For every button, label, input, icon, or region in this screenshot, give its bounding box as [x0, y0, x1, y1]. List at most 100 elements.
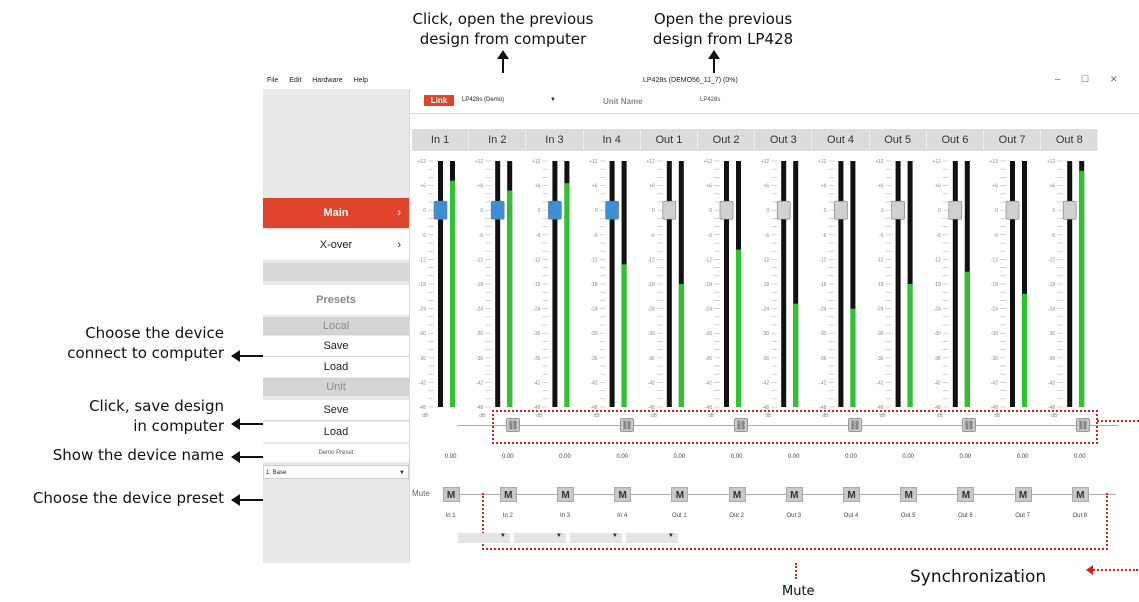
gain-value[interactable]: 0.00	[659, 454, 699, 460]
gain-value[interactable]: 0.00	[1003, 454, 1043, 460]
gain-value[interactable]: 0.00	[888, 454, 928, 460]
scale-tick-label: -18	[991, 282, 998, 288]
dropdown-3[interactable]: ▼	[570, 533, 622, 543]
fader-handle[interactable]	[490, 200, 505, 220]
channel-header-out-4[interactable]: Out 4	[812, 129, 870, 151]
scale-tick-label: -12	[590, 257, 597, 263]
scale-tick-label: 0	[652, 208, 655, 214]
arrow-choose-device	[231, 350, 264, 362]
gain-value[interactable]: 0.00	[602, 454, 642, 460]
mute-button[interactable]: M	[442, 487, 460, 502]
sidebar-main-label: Main	[323, 207, 349, 219]
close-button[interactable]: ✕	[1110, 74, 1118, 85]
unit-save-button[interactable]: Seve	[263, 400, 409, 421]
dropdown-2[interactable]: ▼	[514, 533, 566, 543]
scale-tick-label: -42	[705, 380, 712, 386]
link-device-button[interactable]: Link	[424, 95, 454, 106]
scale-tick-label: -48	[419, 405, 426, 411]
channel-header-out-8[interactable]: Out 8	[1041, 129, 1099, 151]
scale-tick-label: 0	[881, 208, 884, 214]
scale-tick-label: +6	[1049, 184, 1055, 190]
level-meter-fill	[964, 271, 970, 407]
channel-name-label: In 1	[445, 513, 456, 519]
scale-tick-label: -12	[762, 257, 769, 263]
scale-tick-label: -30	[419, 331, 426, 337]
fader-handle[interactable]	[719, 200, 734, 220]
device-select[interactable]: LP428s (Demo) ▼	[462, 95, 558, 106]
menu-file[interactable]: File	[267, 77, 278, 84]
channel-header-out-7[interactable]: Out 7	[984, 129, 1042, 151]
fader-handle[interactable]	[548, 200, 562, 220]
gain-value[interactable]: 0.00	[945, 454, 985, 460]
gain-value[interactable]: 0.00	[488, 454, 528, 460]
level-meter-fill	[507, 190, 513, 407]
scale-tick-label: -42	[533, 380, 540, 386]
fader-handle[interactable]	[1005, 200, 1020, 220]
local-load-button[interactable]: Load	[263, 357, 409, 377]
scale-tick-label: +12	[704, 159, 713, 165]
scale-tick-label: -42	[419, 380, 426, 386]
channel-header-out-2[interactable]: Out 2	[698, 129, 756, 151]
maximize-button[interactable]: ☐	[1081, 74, 1089, 85]
scale-tick-label: +6	[992, 184, 998, 190]
fader-handle[interactable]	[891, 200, 905, 220]
minimize-button[interactable]: –	[1055, 74, 1061, 85]
scale-tick-label: -18	[819, 282, 826, 288]
unit-load-button[interactable]: Load	[263, 422, 409, 442]
annotation-open-from-device: Open the previous design from LP428	[652, 10, 794, 48]
gain-value[interactable]: 0.00	[831, 454, 871, 460]
scale-tick-label: -6	[994, 233, 999, 239]
scale-tick-label: -42	[934, 380, 941, 386]
scale-tick-label: -36	[876, 356, 883, 362]
fader-handle[interactable]	[948, 200, 963, 220]
scale-tick-label: +6	[420, 184, 426, 190]
level-meter-fill	[1079, 170, 1085, 407]
fader-handle[interactable]	[1062, 200, 1077, 220]
scale-tick-label: -6	[1051, 233, 1056, 239]
fader-handle[interactable]	[605, 200, 619, 220]
scale-tick-label: -36	[648, 356, 655, 362]
menu-help[interactable]: Help	[354, 77, 368, 84]
scale-tick-label: 0	[766, 208, 769, 214]
scale-tick-label: +12	[761, 159, 770, 165]
fader-track	[838, 161, 844, 407]
channel-header-in-4[interactable]: In 4	[583, 129, 641, 151]
channel-header-out-1[interactable]: Out 1	[640, 129, 698, 151]
gain-value[interactable]: 0.00	[545, 454, 585, 460]
dropdown-4[interactable]: ▼	[626, 533, 678, 543]
scale-tick-label: 0	[595, 208, 598, 214]
unit-name-label: Unit Name	[603, 97, 643, 106]
sidebar-item-main[interactable]: Main ›	[263, 198, 409, 228]
preset-select[interactable]: 1: Base ▼	[263, 465, 409, 479]
scale-tick-label: -42	[476, 380, 483, 386]
fader-handle[interactable]	[662, 200, 677, 220]
dropdown-1[interactable]: ▼	[458, 533, 510, 543]
channel-header-out-3[interactable]: Out 3	[755, 129, 813, 151]
scale-tick-label: -6	[536, 233, 541, 239]
fader-handle[interactable]	[776, 200, 791, 220]
sidebar-item-xover[interactable]: X-over ›	[263, 230, 409, 260]
scale-tick-label: 0	[1052, 208, 1055, 214]
local-heading: Local	[263, 317, 409, 335]
channel-header-in-3[interactable]: In 3	[526, 129, 584, 151]
gain-value[interactable]: 0.00	[1060, 454, 1100, 460]
scale-tick-label: +6	[763, 184, 769, 190]
gain-value[interactable]: 0.00	[431, 454, 471, 460]
local-save-button[interactable]: Save	[263, 336, 409, 357]
fader-handle[interactable]	[433, 200, 448, 220]
sync-pointer-line	[1097, 420, 1139, 422]
scale-tick-label: +12	[818, 159, 827, 165]
channel-header-in-2[interactable]: In 2	[469, 129, 527, 151]
channel-header-out-5[interactable]: Out 5	[869, 129, 927, 151]
gain-value[interactable]: 0.00	[774, 454, 814, 460]
menu-hardware[interactable]: Hardware	[312, 77, 342, 84]
scale-tick-label: -18	[1048, 282, 1055, 288]
fader-handle[interactable]	[834, 200, 848, 220]
scale-tick-label: -42	[590, 380, 597, 386]
menu-edit[interactable]: Edit	[289, 77, 301, 84]
scale-tick-label: -18	[705, 282, 712, 288]
channel-header-out-6[interactable]: Out 6	[926, 129, 984, 151]
fader-track	[952, 161, 958, 407]
channel-header-in-1[interactable]: In 1	[412, 129, 470, 151]
gain-value[interactable]: 0.00	[717, 454, 757, 460]
